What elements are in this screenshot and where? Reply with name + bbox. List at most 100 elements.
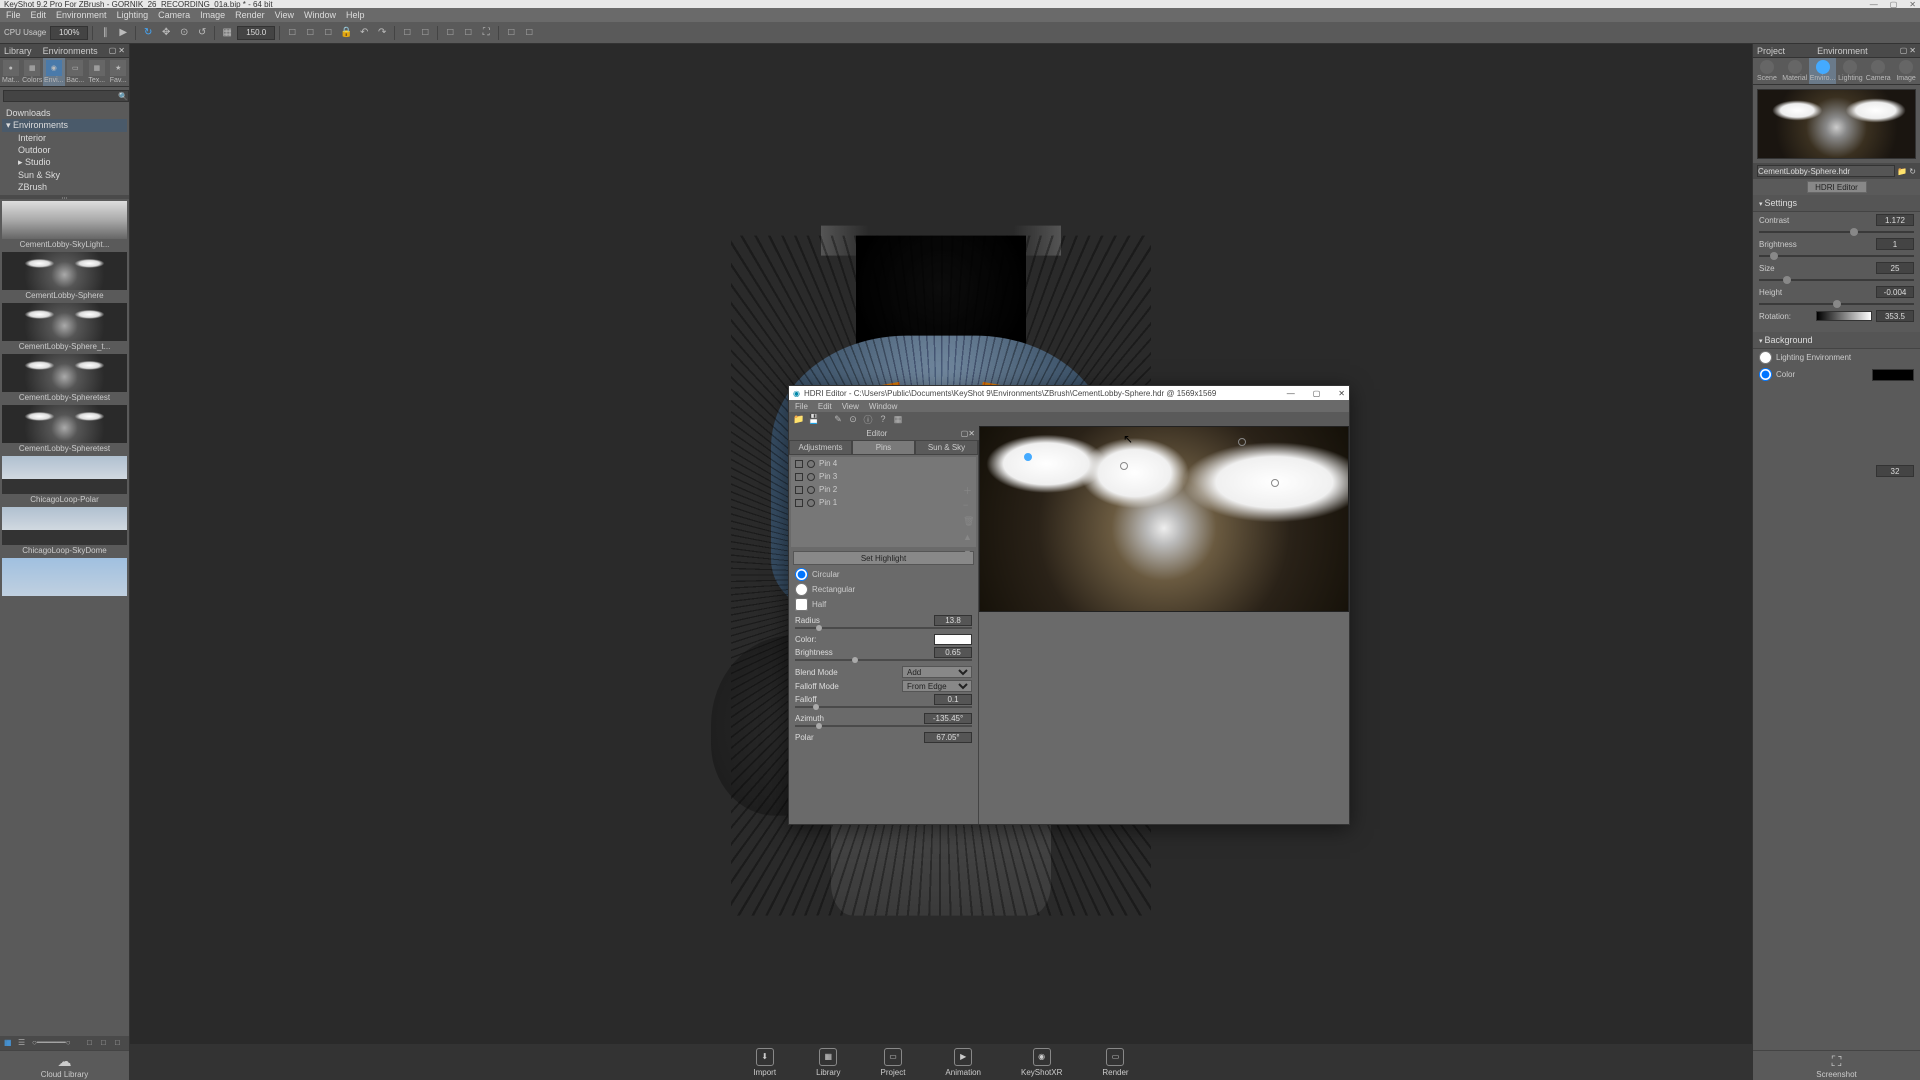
move-icon[interactable]: ✥ <box>158 25 174 41</box>
library-button[interactable]: ▦Library <box>816 1048 840 1077</box>
env-thumb[interactable]: ChicagoLoop-SkyDome <box>2 507 127 556</box>
env-thumb[interactable]: CementLobby-SkyLight... <box>2 201 127 250</box>
favorites-tab[interactable]: ★Fav... <box>108 58 130 86</box>
tree-interior[interactable]: Interior <box>2 132 127 144</box>
brightness-slider[interactable] <box>1753 252 1920 260</box>
backplates-tab[interactable]: ▭Bac... <box>65 58 87 86</box>
undo-icon[interactable]: ↶ <box>356 25 372 41</box>
height-field[interactable] <box>1876 286 1914 298</box>
pin-marker-1[interactable] <box>1271 479 1279 487</box>
pause-icon[interactable]: ∥ <box>97 25 113 41</box>
pin-row[interactable]: Pin 3 <box>791 470 976 483</box>
env-thumb[interactable]: CementLobby-Spheretest <box>2 354 127 403</box>
wand-icon[interactable]: ✎ <box>832 413 844 425</box>
info-icon[interactable]: ⓘ <box>862 413 874 425</box>
adjustments-tab[interactable]: Adjustments <box>789 440 852 455</box>
render-button[interactable]: ▭Render <box>1102 1048 1128 1077</box>
menu-help[interactable]: Help <box>346 10 365 20</box>
half-checkbox[interactable] <box>795 598 808 611</box>
environment-preview[interactable] <box>1757 89 1916 159</box>
btn-c-icon[interactable]: □ <box>115 1038 125 1048</box>
brightness-field[interactable] <box>1876 238 1914 250</box>
pin-row[interactable]: Pin 4 <box>791 457 976 470</box>
grid-icon[interactable]: ▦ <box>219 25 235 41</box>
visible-checkbox[interactable] <box>795 486 803 494</box>
size-slider[interactable] <box>1753 276 1920 284</box>
select-radio[interactable] <box>807 486 815 494</box>
close-icon[interactable]: ✕ <box>1909 0 1916 9</box>
bg-color-swatch[interactable] <box>1872 369 1914 381</box>
select-radio[interactable] <box>807 499 815 507</box>
hdri-menu-window[interactable]: Window <box>869 402 897 411</box>
search-input[interactable] <box>3 90 129 102</box>
env-thumb[interactable]: CementLobby-Sphere <box>2 252 127 301</box>
up-icon[interactable]: ▲ <box>963 532 973 542</box>
view-grid-icon[interactable]: ▦ <box>4 1038 14 1048</box>
hdri-menu-file[interactable]: File <box>795 402 808 411</box>
hdri-editor-button[interactable]: HDRI Editor <box>1807 181 1867 193</box>
minus-icon[interactable]: − <box>963 500 973 510</box>
save-icon[interactable]: 💾 <box>808 413 820 425</box>
env-thumb[interactable]: CementLobby-Spheretest <box>2 405 127 454</box>
tool-f-icon[interactable]: □ <box>442 25 458 41</box>
plus-icon[interactable]: ＋ <box>963 484 973 494</box>
menu-window[interactable]: Window <box>304 10 336 20</box>
color-swatch[interactable] <box>934 634 972 645</box>
bg-color-radio[interactable] <box>1759 368 1772 381</box>
close-icon[interactable]: ✕ <box>968 429 975 438</box>
environments-tab[interactable]: ◉Envi... <box>43 58 65 86</box>
samples-field[interactable] <box>1876 465 1914 477</box>
settings-icon[interactable]: ▦ <box>892 413 904 425</box>
bg-lighting-radio[interactable] <box>1759 351 1772 364</box>
trash-icon[interactable]: 🗑 <box>963 516 973 526</box>
image-tab[interactable]: Image <box>1892 58 1920 84</box>
target-icon[interactable]: ⊙ <box>176 25 192 41</box>
menu-view[interactable]: View <box>275 10 294 20</box>
tree-downloads[interactable]: Downloads <box>2 107 127 119</box>
pin-brightness-field[interactable] <box>934 647 972 658</box>
tree-environments[interactable]: ▾ Environments <box>2 119 127 132</box>
folder-icon[interactable]: 📁 <box>1897 167 1907 176</box>
environment-name-field[interactable] <box>1757 165 1895 177</box>
slider-icon[interactable]: ○━━━━━━○ <box>32 1038 42 1048</box>
screenshot-button[interactable]: ⛶ Screenshot <box>1753 1050 1920 1080</box>
env-thumb[interactable]: ChicagoLoop-Polar <box>2 456 127 505</box>
menu-file[interactable]: File <box>6 10 21 20</box>
tool-b-icon[interactable]: □ <box>302 25 318 41</box>
hdri-menu-view[interactable]: View <box>842 402 859 411</box>
cloud-library-button[interactable]: ☁ Cloud Library <box>0 1050 129 1080</box>
undock-icon[interactable]: ▢ <box>1900 46 1908 55</box>
select-radio[interactable] <box>807 460 815 468</box>
azimuth-field[interactable] <box>924 713 972 724</box>
blend-mode-select[interactable]: Add <box>902 666 972 678</box>
set-highlight-button[interactable]: Set Highlight <box>793 551 974 565</box>
material-tab[interactable]: Material <box>1781 58 1809 84</box>
pins-tab[interactable]: Pins <box>852 440 915 455</box>
env-thumb[interactable] <box>2 558 127 598</box>
zoom-field[interactable] <box>237 26 275 40</box>
refresh-icon[interactable]: ↻ <box>140 25 156 41</box>
tool-e-icon[interactable]: □ <box>417 25 433 41</box>
tree-sunsky[interactable]: Sun & Sky <box>2 169 127 181</box>
materials-tab[interactable]: ●Mat... <box>0 58 22 86</box>
visible-checkbox[interactable] <box>795 499 803 507</box>
size-field[interactable] <box>1876 262 1914 274</box>
camera-tab[interactable]: Camera <box>1864 58 1892 84</box>
pin-row[interactable]: Pin 1 <box>791 496 976 509</box>
menu-lighting[interactable]: Lighting <box>117 10 149 20</box>
pin-row[interactable]: Pin 2 <box>791 483 976 496</box>
textures-tab[interactable]: ▦Tex... <box>86 58 108 86</box>
contrast-slider[interactable] <box>1753 228 1920 236</box>
falloff-mode-select[interactable]: From Edge <box>902 680 972 692</box>
tool-icon[interactable]: ⊙ <box>847 413 859 425</box>
minimize-icon[interactable]: — <box>1287 389 1295 398</box>
panel-close-icon[interactable]: ✕ <box>1909 46 1916 55</box>
hdri-window-titlebar[interactable]: ◉ HDRI Editor - C:\Users\Public\Document… <box>789 386 1349 400</box>
rectangular-radio[interactable] <box>795 583 808 596</box>
pin-marker-2[interactable] <box>1238 438 1246 446</box>
scene-tab[interactable]: Scene <box>1753 58 1781 84</box>
btn-a-icon[interactable]: □ <box>87 1038 97 1048</box>
env-thumb[interactable]: CementLobby-Sphere_t... <box>2 303 127 352</box>
radius-field[interactable] <box>934 615 972 626</box>
tool-i-icon[interactable]: □ <box>521 25 537 41</box>
